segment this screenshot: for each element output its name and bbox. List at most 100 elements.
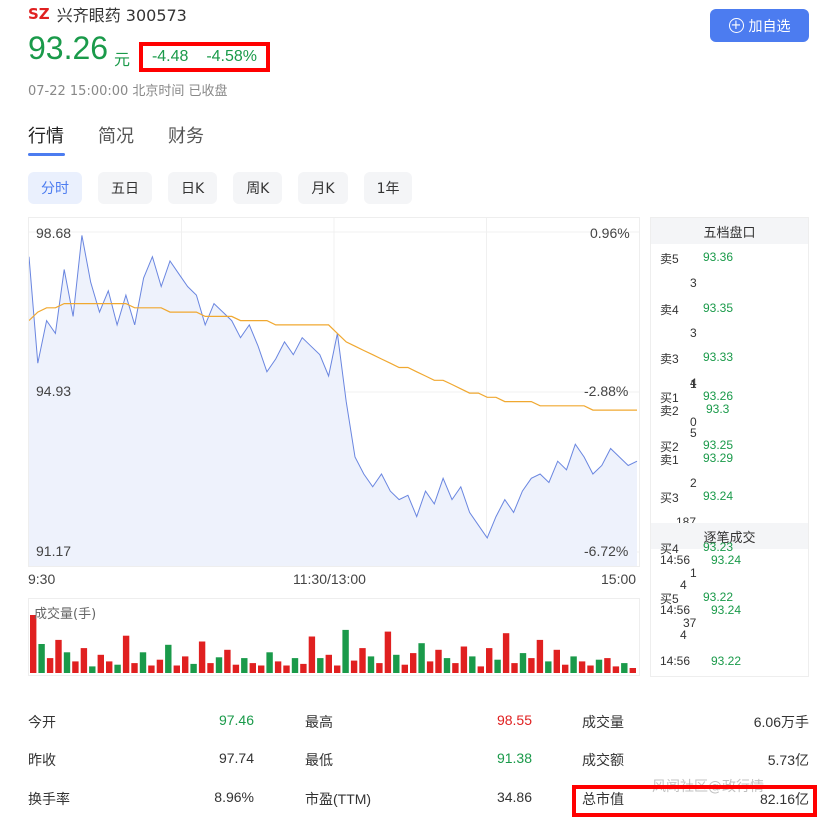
volume-bar [165, 644, 172, 673]
stat-value: 8.96% [214, 789, 254, 805]
stat-value: 6.06万手 [753, 714, 809, 730]
volume-bar [536, 639, 544, 673]
volume-bar [55, 639, 62, 673]
stat-label: 成交额 [582, 752, 624, 768]
ob-price: 93.33 [703, 350, 734, 364]
volume-bar [30, 615, 37, 673]
order-book-title: 五档盘口 [651, 218, 808, 244]
period-intraday[interactable]: 分时 [28, 172, 82, 204]
stat-value: 34.86 [496, 789, 532, 805]
volume-bar [435, 649, 442, 673]
trade-price: 93.24 [711, 603, 742, 617]
volume-bar [207, 663, 214, 673]
volume-bar [528, 658, 535, 673]
y-left-mid: 94.93 [36, 383, 72, 399]
volume-bar [570, 656, 577, 673]
period-weekly[interactable]: 周K [233, 172, 283, 204]
volume-bar [443, 658, 451, 673]
volume-bar [156, 659, 164, 673]
y-left-top: 98.68 [36, 225, 72, 241]
stat-value: 5.73亿 [767, 752, 809, 768]
order-book-panel: 五档盘口 卖5 93.36 3 卖4 93.35 3 卖3 93.33 4 买1… [650, 217, 809, 677]
volume-bar [452, 663, 459, 673]
volume-bar [545, 661, 552, 673]
volume-bar [494, 659, 501, 673]
main-tabs: 行情 简况 财务 [28, 122, 238, 156]
trade-price: 93.22 [711, 654, 742, 668]
volume-bar [426, 661, 434, 673]
tab-quote[interactable]: 行情 [28, 122, 65, 156]
volume-bar [308, 636, 316, 673]
trade-qty: 4 [680, 628, 687, 642]
trade-price: 93.24 [711, 553, 742, 567]
volume-bar [38, 644, 45, 673]
market-cap-highlight [572, 785, 817, 817]
ob-qty: 3 [690, 276, 697, 290]
volume-bar [587, 665, 594, 673]
volume-bar [241, 658, 248, 673]
price-area [29, 235, 637, 566]
volume-bar [621, 663, 628, 673]
stock-name-code: 兴齐眼药 300573 [56, 6, 187, 25]
period-daily[interactable]: 日K [168, 172, 218, 204]
volume-bar [224, 649, 231, 673]
current-price: 93.26 [28, 30, 109, 66]
trade-qty: 4 [680, 578, 687, 592]
volume-bar [89, 666, 96, 673]
y-right-top: 0.96% [590, 225, 630, 241]
volume-bar [182, 656, 189, 673]
volume-chart [28, 598, 640, 676]
period-1year[interactable]: 1年 [363, 172, 413, 204]
volume-bar [97, 654, 104, 673]
volume-bar [334, 665, 341, 673]
period-5day[interactable]: 五日 [98, 172, 152, 204]
tab-finance[interactable]: 财务 [168, 122, 204, 156]
volume-bar [122, 635, 130, 673]
volume-bar [198, 641, 206, 673]
volume-bar [148, 665, 155, 673]
stat-label: 成交量 [582, 714, 624, 730]
intraday-chart[interactable] [28, 217, 640, 567]
volume-bar [511, 663, 518, 673]
stats-row: 今开 97.46 最高 98.55 成交量 6.06万手 [28, 712, 809, 736]
trade-time: 14:56 [660, 603, 691, 617]
volume-bar [215, 657, 223, 673]
add-watchlist-button[interactable]: + 加自选 [710, 9, 809, 42]
period-monthly[interactable]: 月K [298, 172, 348, 204]
ob-stack-price: 93.3 [706, 402, 730, 416]
price-unit: 元 [114, 50, 131, 69]
y-left-bottom: 91.17 [36, 543, 72, 559]
ob-stack-price: 93.26 [703, 389, 734, 403]
ob-stack-price: 93.24 [703, 489, 734, 503]
tab-profile[interactable]: 简况 [98, 122, 134, 156]
stat-label: 换手率 [28, 791, 70, 807]
volume-label: 成交量(手) [34, 607, 97, 622]
ob-stack-qty: 5 [690, 426, 697, 440]
stat-value: 97.46 [218, 712, 254, 728]
volume-bar [376, 663, 383, 673]
ob-stack-qty: 1 [690, 377, 697, 391]
volume-bar [418, 643, 425, 673]
volume-bar [629, 668, 636, 673]
stat-label: 市盈(TTM) [305, 791, 372, 807]
volume-bar [258, 665, 265, 673]
trade-time: 14:56 [660, 654, 691, 668]
volume-bar [317, 658, 324, 673]
add-watchlist-label: 加自选 [748, 18, 791, 35]
volume-bar [469, 656, 476, 673]
volume-bar [63, 652, 71, 673]
volume-bar [367, 656, 375, 673]
ob-stack-row: 卖2 [660, 404, 679, 418]
price-change-pct: -4.58% [206, 48, 258, 65]
trade-price: 93.23 [703, 540, 734, 554]
ob-row: 卖4 [660, 303, 679, 317]
trade-time: 14:56 [660, 553, 691, 567]
stat-value: 91.38 [496, 750, 532, 766]
volume-bar [401, 664, 408, 673]
volume-bar [274, 661, 282, 673]
volume-bar [342, 629, 349, 673]
x-tick-mid: 11:30/13:00 [293, 571, 366, 587]
volume-bar [393, 654, 400, 673]
volume-bar [232, 664, 240, 673]
volume-bar [173, 665, 180, 673]
